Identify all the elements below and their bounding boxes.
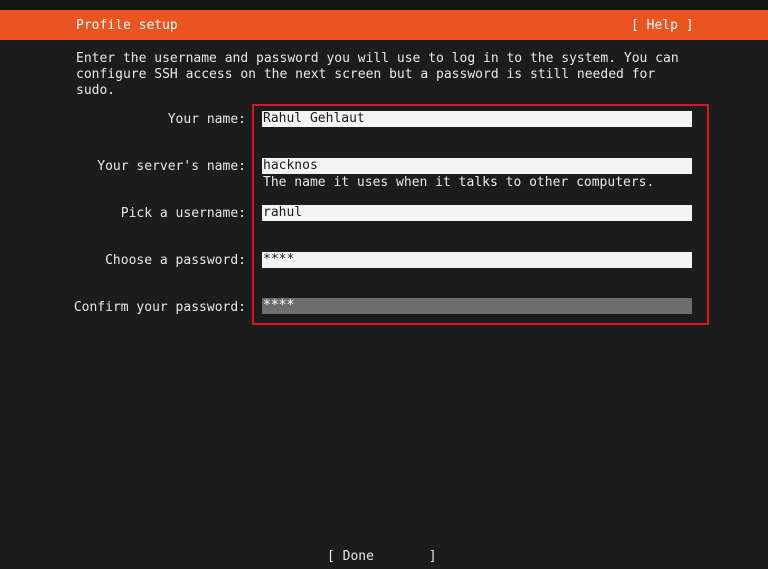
confirm-password-field[interactable]: **** xyxy=(262,298,692,314)
confirm-password-label: Confirm your password: xyxy=(73,300,246,315)
password-label: Choose a password: xyxy=(105,253,246,268)
intro-text: Enter the username and password you will… xyxy=(76,51,679,98)
top-bar xyxy=(0,0,768,10)
installer-screen: Profile setup [ Help ] Enter the usernam… xyxy=(0,0,768,569)
header-bar: Profile setup [ Help ] xyxy=(0,10,768,40)
done-button[interactable]: [ Done ] xyxy=(327,549,437,564)
password-field[interactable]: **** xyxy=(262,252,692,268)
username-label: Pick a username: xyxy=(120,206,246,221)
server-name-field[interactable]: hacknos xyxy=(262,158,692,174)
name-label: Your name: xyxy=(167,112,246,127)
server-name-label: Your server's name: xyxy=(97,159,246,174)
page-title: Profile setup xyxy=(76,18,178,33)
help-button[interactable]: [ Help ] xyxy=(631,18,694,33)
server-name-hint: The name it uses when it talks to other … xyxy=(263,175,655,190)
username-field[interactable]: rahul xyxy=(262,205,692,221)
name-field[interactable]: Rahul Gehlaut xyxy=(262,111,692,127)
